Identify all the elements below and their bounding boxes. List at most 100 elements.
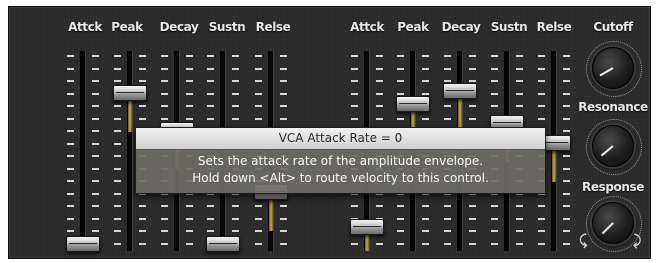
fader-tick bbox=[67, 230, 74, 232]
fader-tick bbox=[538, 55, 545, 57]
fader-tick bbox=[397, 92, 404, 95]
vca-decay-label: Decay bbox=[159, 20, 199, 34]
fader-tick bbox=[444, 230, 451, 232]
fader-tick bbox=[186, 205, 193, 207]
fader-tick bbox=[92, 67, 99, 70]
fader-tick bbox=[422, 217, 429, 220]
vca-peak-label: Peak bbox=[111, 20, 143, 34]
response-label: Response bbox=[582, 180, 644, 194]
fader-tick bbox=[139, 217, 146, 220]
fader-tick bbox=[563, 205, 570, 207]
fader-cap[interactable] bbox=[206, 236, 240, 252]
fader-tick bbox=[255, 230, 262, 232]
cutoff-label: Cutoff bbox=[593, 20, 633, 34]
cutoff-scale-dots bbox=[586, 41, 642, 97]
fader-tick bbox=[280, 105, 287, 107]
fader-tick bbox=[92, 217, 99, 220]
fader-tick bbox=[255, 205, 262, 207]
vca-release-label: Relse bbox=[255, 20, 291, 34]
fader-tick bbox=[563, 55, 570, 57]
fader-tick bbox=[469, 105, 476, 107]
fader-tick bbox=[469, 230, 476, 232]
fader-tick bbox=[114, 192, 121, 195]
fader-cap[interactable] bbox=[443, 83, 477, 100]
cutoff-knob[interactable] bbox=[586, 41, 642, 97]
fader-tick bbox=[280, 242, 287, 245]
fader-tick bbox=[397, 242, 404, 245]
fader-cap[interactable] bbox=[113, 85, 147, 102]
fader-tick bbox=[161, 230, 168, 232]
fader-cap[interactable] bbox=[396, 96, 430, 113]
fader-tick bbox=[255, 217, 262, 220]
fader-tick bbox=[186, 105, 193, 107]
fader-tick bbox=[114, 130, 121, 132]
fader-tick bbox=[469, 217, 476, 220]
fader-tick bbox=[280, 92, 287, 95]
fader-tick bbox=[351, 117, 358, 120]
response-knob[interactable] bbox=[586, 196, 642, 252]
fader-tick bbox=[255, 67, 262, 70]
curve-shape-right-icon: ⤸ bbox=[633, 233, 642, 249]
fader-tick bbox=[232, 80, 239, 82]
resonance-label: Resonance bbox=[578, 100, 648, 114]
fader-tick bbox=[139, 230, 146, 232]
fader-tick bbox=[538, 80, 545, 82]
fader-tick bbox=[516, 205, 523, 207]
fader-tick bbox=[376, 105, 383, 107]
fader-tick bbox=[469, 205, 476, 207]
fader-tick bbox=[516, 217, 523, 220]
fader-tick bbox=[280, 230, 287, 232]
tooltip-line-2: Hold down <Alt> to route velocity to thi… bbox=[192, 171, 489, 185]
fader-tick bbox=[491, 217, 498, 220]
fader-tick bbox=[207, 205, 214, 207]
fader-tick bbox=[161, 67, 168, 70]
fader-tick bbox=[444, 217, 451, 220]
fader-cap[interactable] bbox=[66, 236, 100, 252]
fader-tick bbox=[161, 117, 168, 120]
fader-tick bbox=[186, 80, 193, 82]
fader-tick bbox=[232, 205, 239, 207]
fader-tick bbox=[92, 230, 99, 232]
fader-tick bbox=[444, 117, 451, 120]
fader-tick bbox=[280, 217, 287, 220]
vca-attack-fader[interactable] bbox=[63, 47, 103, 257]
fader-tick bbox=[67, 167, 74, 170]
fader-tick bbox=[92, 105, 99, 107]
fader-tick bbox=[538, 117, 545, 120]
resonance-knob[interactable] bbox=[586, 119, 642, 175]
fader-tick bbox=[161, 242, 168, 245]
fader-tick bbox=[114, 217, 121, 220]
fader-tick bbox=[255, 242, 262, 245]
fader-tick bbox=[232, 55, 239, 57]
fader-tick bbox=[563, 217, 570, 220]
fader-tick bbox=[67, 217, 74, 220]
fader-tick bbox=[538, 205, 545, 207]
fader-tick bbox=[469, 55, 476, 57]
fader-tick bbox=[92, 55, 99, 57]
fader-tick bbox=[232, 67, 239, 70]
fader-tick bbox=[280, 80, 287, 82]
fader-tick bbox=[92, 167, 99, 170]
fader-tick bbox=[67, 80, 74, 82]
fader-tick bbox=[255, 117, 262, 120]
fader-tick bbox=[563, 230, 570, 232]
fader-cap[interactable] bbox=[350, 219, 384, 236]
fader-tick bbox=[376, 55, 383, 57]
fader-tick bbox=[186, 230, 193, 232]
fader-tick bbox=[186, 242, 193, 245]
fader-tick bbox=[67, 130, 74, 132]
fader-tick bbox=[186, 117, 193, 120]
fader-tick bbox=[491, 205, 498, 207]
fader-tick bbox=[351, 92, 358, 95]
curve-shape-left-icon: ⤹ bbox=[579, 233, 588, 249]
fader-tick bbox=[92, 92, 99, 95]
fader-tick bbox=[563, 92, 570, 95]
fader-tick bbox=[207, 80, 214, 82]
vcf-decay-label: Decay bbox=[441, 20, 481, 34]
fader-tick bbox=[67, 105, 74, 107]
fader-tick bbox=[114, 142, 121, 145]
fader-tick bbox=[161, 80, 168, 82]
fader-tick bbox=[376, 205, 383, 207]
fader-tick bbox=[114, 117, 121, 120]
fader-tick bbox=[444, 80, 451, 82]
